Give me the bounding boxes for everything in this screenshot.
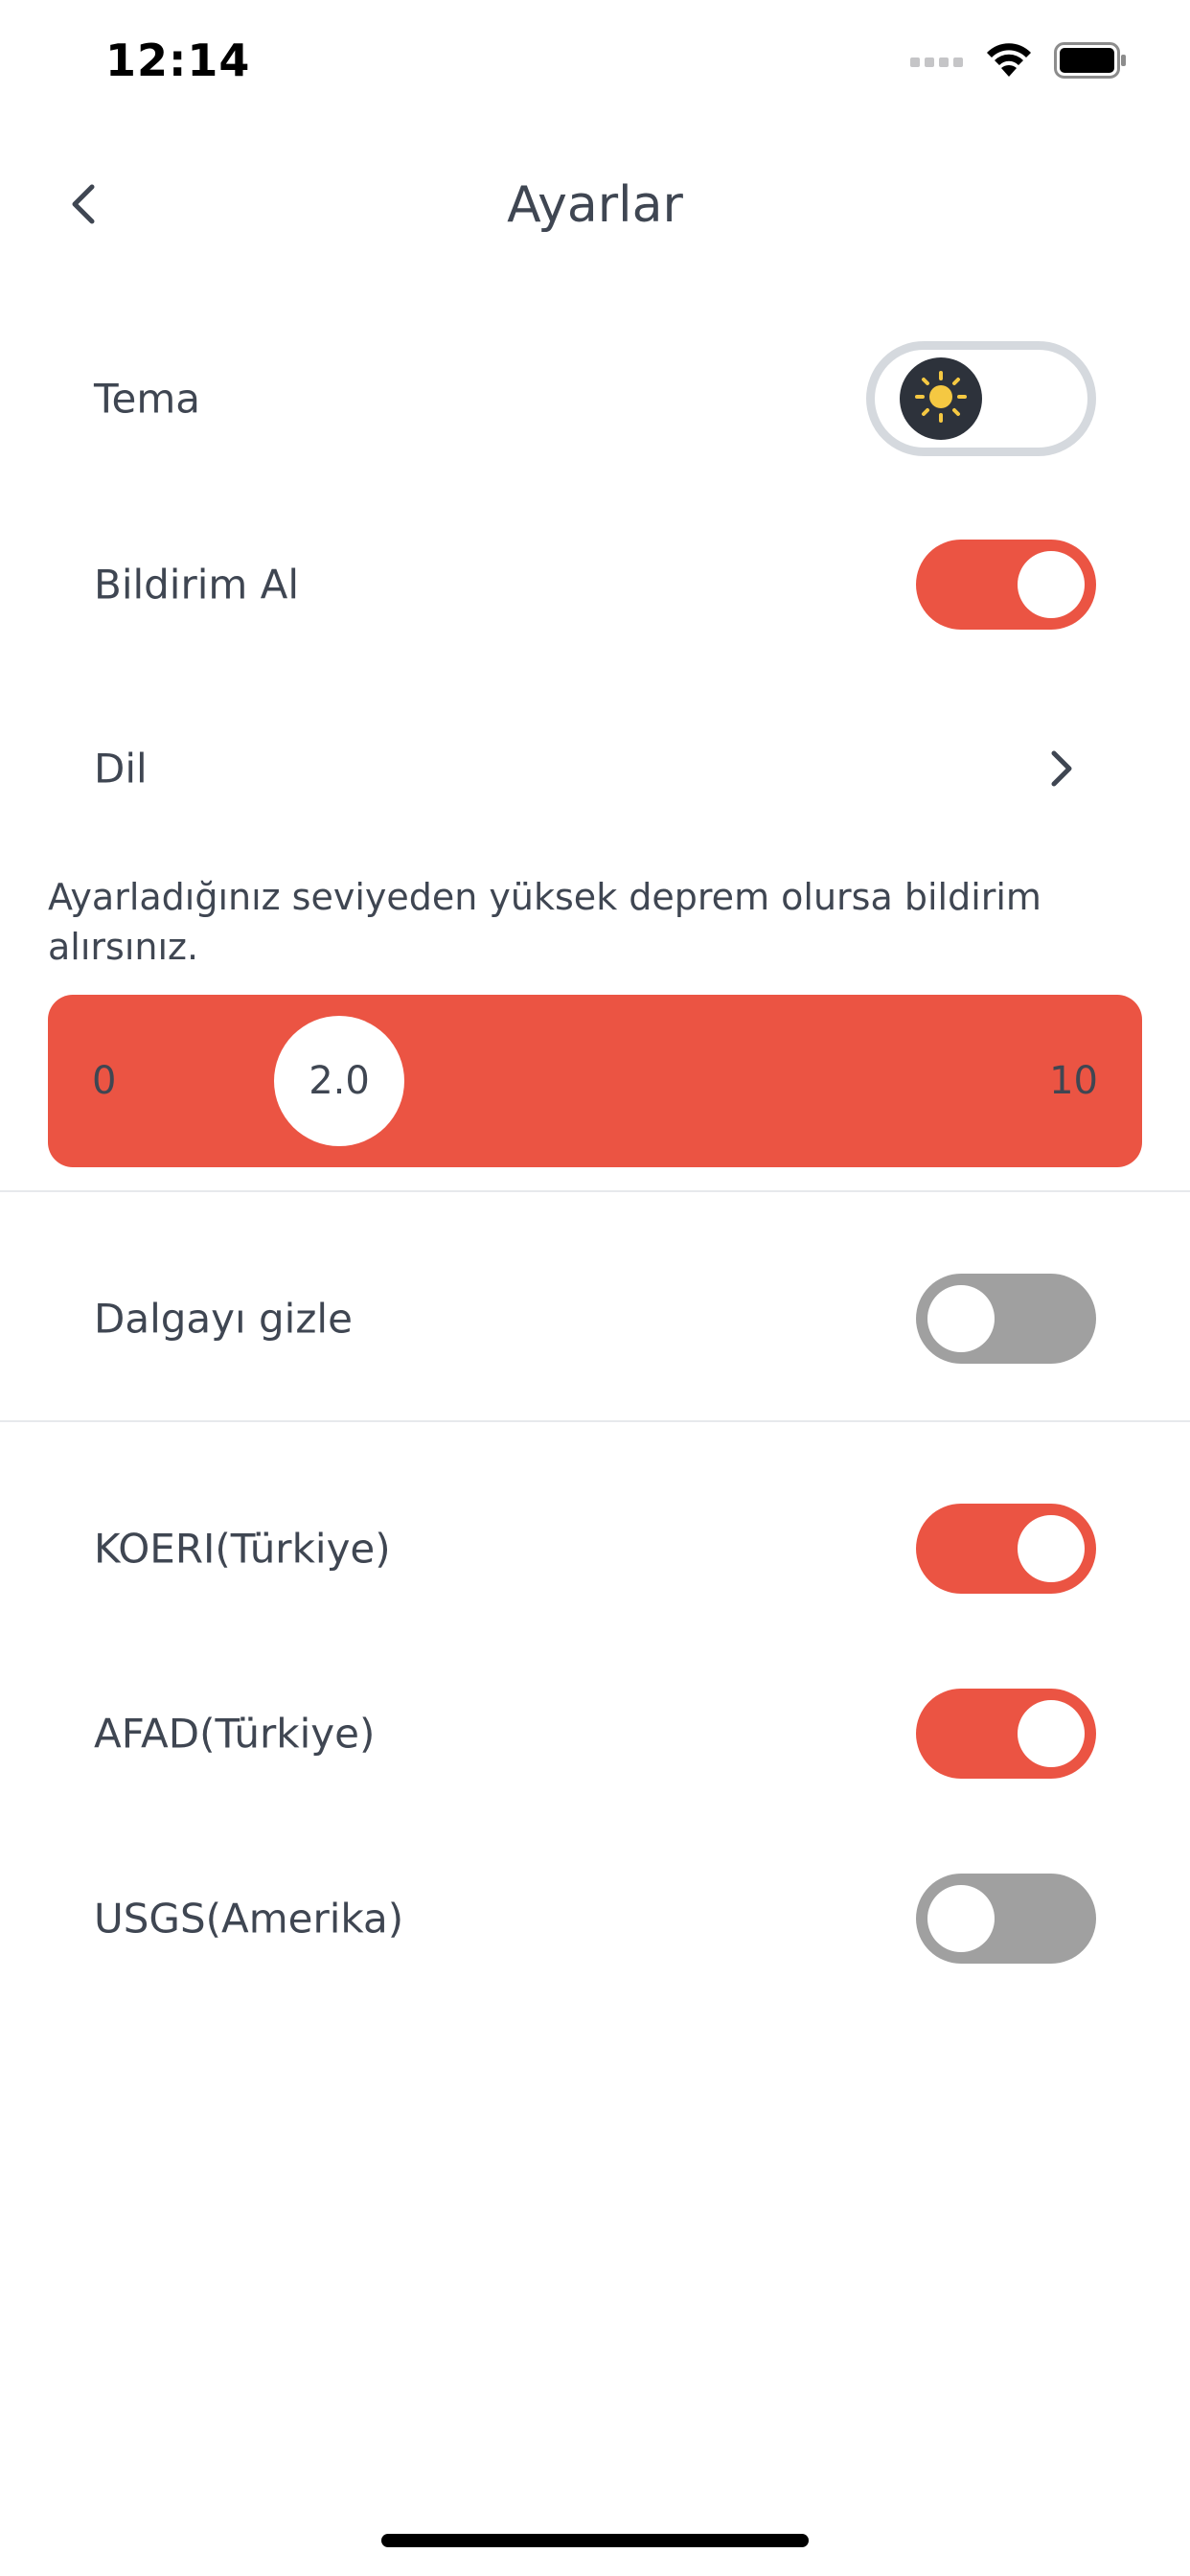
status-icons	[910, 42, 1127, 82]
theme-label: Tema	[94, 375, 201, 423]
slider-max-label: 10	[1049, 1059, 1098, 1103]
sun-icon	[912, 368, 970, 429]
source-label: KOERI(Türkiye)	[94, 1525, 391, 1573]
theme-toggle-knob	[900, 357, 982, 440]
signal-icon	[910, 54, 964, 72]
source-label: AFAD(Türkiye)	[94, 1710, 376, 1758]
source-switch-usgs[interactable]	[916, 1874, 1096, 1964]
home-indicator[interactable]	[381, 2534, 809, 2547]
switch-knob	[927, 1885, 995, 1952]
source-label: USGS(Amerika)	[94, 1895, 404, 1943]
language-label: Dil	[94, 745, 148, 793]
wave-row: Dalgayı gizle	[0, 1261, 1190, 1376]
source-switch-afad[interactable]	[916, 1689, 1096, 1779]
source-row-usgs: USGS(Amerika)	[0, 1861, 1190, 1976]
theme-toggle[interactable]	[866, 341, 1096, 456]
source-row-afad: AFAD(Türkiye)	[0, 1676, 1190, 1791]
switch-knob	[1018, 551, 1085, 618]
status-time: 12:14	[105, 34, 251, 86]
switch-knob	[927, 1285, 995, 1352]
divider	[0, 1190, 1190, 1192]
source-switch-koeri[interactable]	[916, 1504, 1096, 1594]
wave-label: Dalgayı gizle	[94, 1295, 353, 1343]
theme-row: Tema	[0, 341, 1190, 456]
magnitude-slider[interactable]: 0 2.0 10	[48, 995, 1142, 1167]
notifications-label: Bildirim Al	[94, 561, 300, 609]
wave-switch[interactable]	[916, 1274, 1096, 1364]
chevron-right-icon	[1041, 748, 1083, 790]
slider-thumb[interactable]: 2.0	[274, 1016, 404, 1146]
switch-knob	[1018, 1700, 1085, 1767]
wifi-icon	[985, 42, 1033, 82]
notifications-row: Bildirim Al	[0, 527, 1190, 642]
slider-min-label: 0	[92, 1059, 117, 1103]
language-row[interactable]: Dil	[0, 711, 1190, 826]
switch-knob	[1018, 1515, 1085, 1582]
page-title: Ayarlar	[507, 176, 683, 234]
status-bar: 12:14	[0, 0, 1190, 134]
magnitude-info-text: Ayarladığınız seviyeden yüksek deprem ol…	[48, 876, 1041, 968]
slider-value: 2.0	[309, 1059, 370, 1103]
divider	[0, 1420, 1190, 1422]
header: Ayarlar	[0, 163, 1190, 249]
source-row-koeri: KOERI(Türkiye)	[0, 1491, 1190, 1606]
notifications-switch[interactable]	[916, 540, 1096, 630]
battery-icon	[1054, 42, 1127, 82]
